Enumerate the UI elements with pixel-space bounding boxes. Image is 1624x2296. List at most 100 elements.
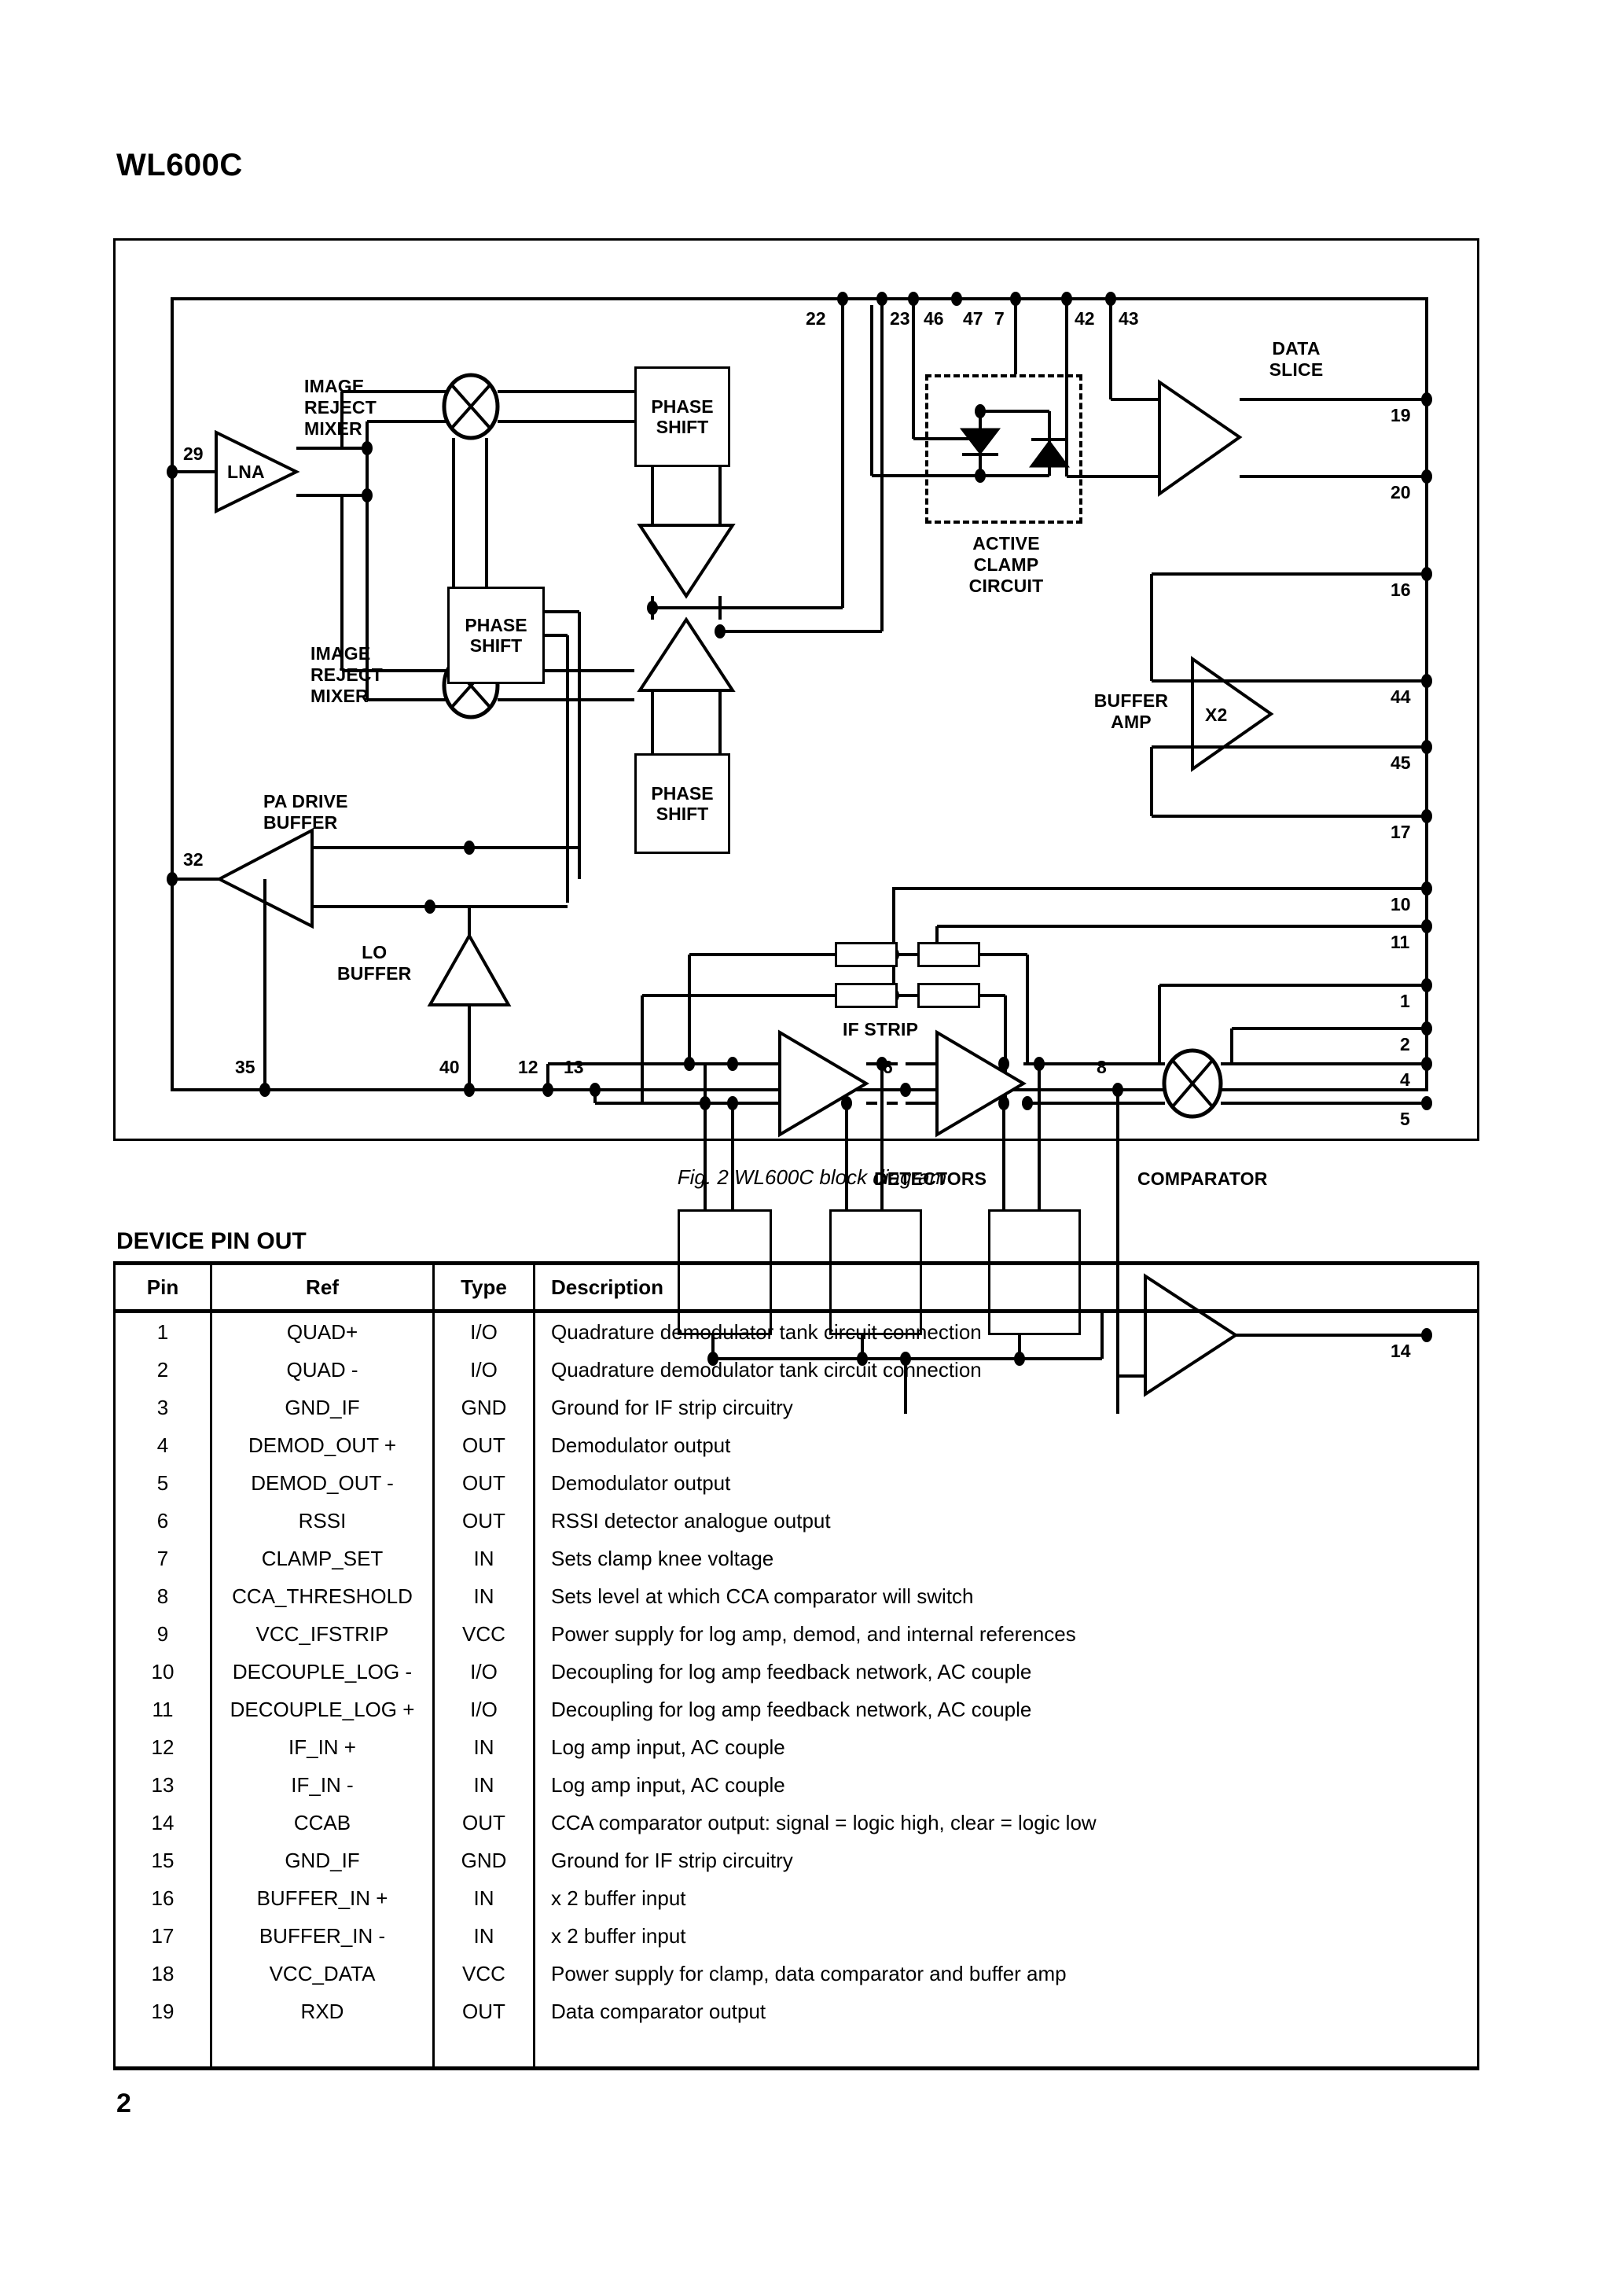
resistor bbox=[917, 942, 980, 967]
table-row: 9 VCC_IFSTRIP VCC Power supply for log amp,… bbox=[113, 1615, 1479, 1653]
pin-number-29: 29 bbox=[183, 443, 204, 464]
pin-number-23: 23 bbox=[890, 308, 910, 329]
description-cell: Ground for IF strip circuitry bbox=[533, 1389, 1479, 1426]
pin-cell: 17 bbox=[113, 1917, 212, 1955]
pin-dot-4 bbox=[1421, 1057, 1432, 1071]
block-diagram-canvas: PHASE SHIFT PHASE SHIFT PHASE SHIFT IMAG… bbox=[167, 292, 1432, 1414]
description-cell: Ground for IF strip circuitry bbox=[533, 1842, 1479, 1879]
table-row: 16 BUFFER_IN + IN x 2 buffer input bbox=[113, 1879, 1479, 1917]
type-cell: IN bbox=[432, 1577, 535, 1615]
junction-dot bbox=[362, 488, 373, 502]
description-cell: Demodulator output bbox=[533, 1426, 1479, 1464]
table-row: 4 DEMOD_OUT + OUT Demodulator output bbox=[113, 1426, 1479, 1464]
pin-dot-43 bbox=[1105, 292, 1116, 306]
lna-label: LNA bbox=[227, 462, 265, 482]
description-cell: Log amp input, AC couple bbox=[533, 1728, 1479, 1766]
active-clamp-circuit-label: ACTIVE CLAMP CIRCUIT bbox=[968, 533, 1044, 597]
pin-cell: 8 bbox=[113, 1577, 212, 1615]
pin-cell: 15 bbox=[113, 1842, 212, 1879]
ref-cell: CCAB bbox=[210, 1804, 435, 1842]
pin-cell: 13 bbox=[113, 1766, 212, 1804]
ref-cell: RSSI bbox=[210, 1502, 435, 1540]
ref-cell: BUFFER_IN + bbox=[210, 1879, 435, 1917]
ref-cell: VCC_IFSTRIP bbox=[210, 1615, 435, 1653]
pin-cell: 7 bbox=[113, 1540, 212, 1577]
description-cell: Decoupling for log amp feedback network,… bbox=[533, 1691, 1479, 1728]
pin-dot-47 bbox=[951, 292, 962, 306]
pin-dot-17 bbox=[1421, 809, 1432, 823]
datasheet-page: WL600C PHASE SHIFT PHASE SHIFT PHASE SHI… bbox=[0, 0, 1624, 2296]
description-cell: x 2 buffer input bbox=[533, 1917, 1479, 1955]
junction-dot bbox=[727, 1096, 738, 1110]
pin-number-43: 43 bbox=[1119, 308, 1139, 329]
pin-number-17: 17 bbox=[1391, 822, 1411, 842]
pin-number-19: 19 bbox=[1391, 405, 1411, 425]
image-reject-mixer-top-label: IMAGE REJECT MIXER bbox=[304, 376, 377, 440]
pin-number-32: 32 bbox=[183, 849, 204, 870]
pin-dot-46 bbox=[908, 292, 919, 306]
table-header-row: Pin Ref Type Description bbox=[113, 1261, 1479, 1313]
description-cell: Log amp input, AC couple bbox=[533, 1766, 1479, 1804]
table-row: 15 GND_IF GND Ground for IF strip circuitry bbox=[113, 1842, 1479, 1879]
pin-dot-22 bbox=[837, 292, 848, 306]
junction-dot bbox=[167, 872, 178, 886]
ref-cell: GND_IF bbox=[210, 1389, 435, 1426]
type-cell: OUT bbox=[432, 1992, 535, 2030]
image-reject-mixer-bottom-label: IMAGE REJECT MIXER bbox=[310, 643, 383, 707]
ref-cell: BUFFER_IN - bbox=[210, 1917, 435, 1955]
type-cell: IN bbox=[432, 1917, 535, 1955]
junction-dot bbox=[647, 601, 658, 615]
junction-dot bbox=[1022, 1096, 1033, 1110]
pin-dot-40 bbox=[464, 1083, 475, 1097]
pin-dot-7 bbox=[1010, 292, 1021, 306]
table-row: 11 DECOUPLE_LOG + I/O Decoupling for log am… bbox=[113, 1691, 1479, 1728]
pin-number-4: 4 bbox=[1400, 1069, 1410, 1090]
type-cell: IN bbox=[432, 1728, 535, 1766]
phase-shift-block-top: PHASE SHIFT bbox=[634, 366, 730, 467]
phase-shift-label: PHASE SHIFT bbox=[465, 614, 527, 656]
pin-number-8: 8 bbox=[1097, 1057, 1107, 1077]
type-cell: I/O bbox=[432, 1691, 535, 1728]
pin-cell: 9 bbox=[113, 1615, 212, 1653]
phase-shift-block-center: PHASE SHIFT bbox=[447, 587, 545, 684]
ref-cell: DECOUPLE_LOG - bbox=[210, 1653, 435, 1691]
section-title-device-pin-out: DEVICE PIN OUT bbox=[116, 1228, 307, 1254]
phase-shift-label: PHASE SHIFT bbox=[651, 396, 714, 437]
pin-dot-5 bbox=[1421, 1096, 1432, 1110]
type-cell: IN bbox=[432, 1879, 535, 1917]
buffer-amp-gain-label: X2 bbox=[1205, 705, 1228, 725]
pin-number-11: 11 bbox=[1391, 932, 1410, 952]
type-cell: GND bbox=[432, 1842, 535, 1879]
description-cell: Sets clamp knee voltage bbox=[533, 1540, 1479, 1577]
junction-dot bbox=[684, 1057, 695, 1071]
pin-dot-23 bbox=[876, 292, 887, 306]
pin-cell: 18 bbox=[113, 1955, 212, 1992]
pin-dot-44 bbox=[1421, 674, 1432, 688]
page-number: 2 bbox=[116, 2088, 131, 2118]
type-cell: IN bbox=[432, 1540, 535, 1577]
description-cell: Power supply for log amp, demod, and int… bbox=[533, 1615, 1479, 1653]
pin-number-47: 47 bbox=[963, 308, 983, 329]
column-header-description: Description bbox=[533, 1261, 1479, 1313]
type-cell: VCC bbox=[432, 1615, 535, 1653]
pin-cell: 2 bbox=[113, 1351, 212, 1389]
if-strip-label: IF STRIP bbox=[843, 1019, 919, 1039]
pin-dot-16 bbox=[1421, 567, 1432, 581]
pin-number-44: 44 bbox=[1391, 686, 1411, 707]
description-cell: Power supply for clamp, data comparator … bbox=[533, 1955, 1479, 1992]
resistor bbox=[835, 942, 898, 967]
junction-dot bbox=[362, 441, 373, 455]
device-pinout-table: Pin Ref Type Description 1 QUAD+ I/O Quadra… bbox=[113, 1261, 1479, 2066]
table-row: 7 CLAMP_SET IN Sets clamp knee voltage bbox=[113, 1540, 1479, 1577]
description-cell: CCA comparator output: signal = logic hi… bbox=[533, 1804, 1479, 1842]
table-row: 14 CCAB OUT CCA comparator output: signal =… bbox=[113, 1804, 1479, 1842]
pin-dot-13 bbox=[590, 1083, 601, 1097]
pin-cell: 5 bbox=[113, 1464, 212, 1502]
table-row: 18 VCC_DATA VCC Power supply for clamp, dat… bbox=[113, 1955, 1479, 1992]
type-cell: OUT bbox=[432, 1464, 535, 1502]
pin-dot-1 bbox=[1421, 978, 1432, 992]
figure-caption: Fig. 2 WL600C block diagram bbox=[677, 1165, 947, 1189]
junction-dot bbox=[998, 1096, 1009, 1110]
ref-cell: QUAD - bbox=[210, 1351, 435, 1389]
description-cell: x 2 buffer input bbox=[533, 1879, 1479, 1917]
